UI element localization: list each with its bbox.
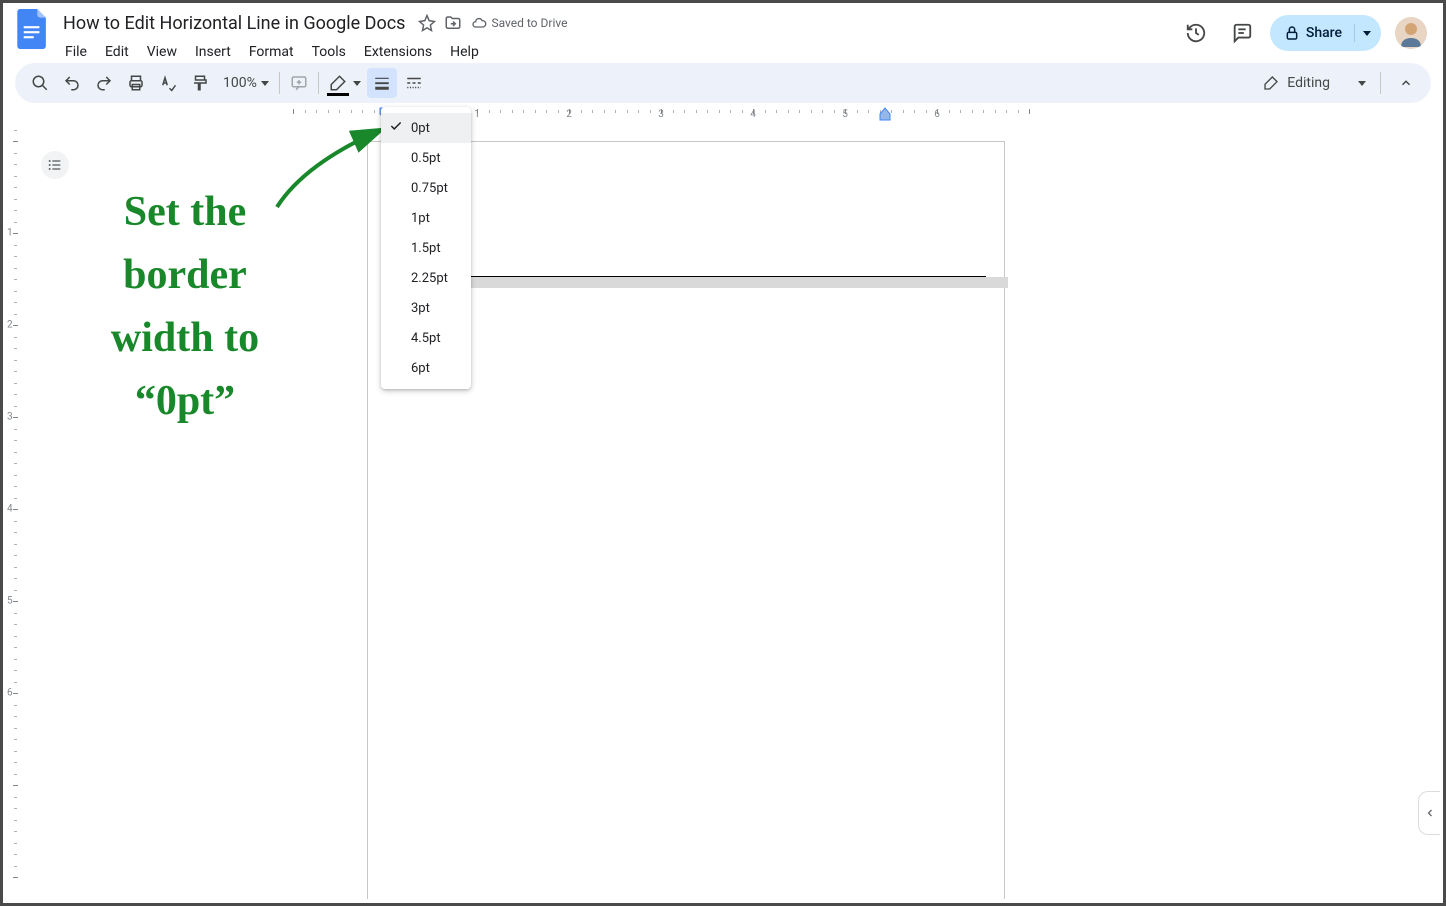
dropdown-item-2-25pt[interactable]: 2.25pt — [381, 263, 471, 293]
toolbar-wrap: 100% Editing — [3, 63, 1443, 107]
menubar-item-edit[interactable]: Edit — [97, 40, 137, 64]
chevron-down-icon — [1358, 81, 1366, 86]
docs-logo-icon[interactable] — [15, 11, 51, 47]
menubar: FileEditViewInsertFormatToolsExtensionsH… — [57, 39, 1178, 65]
dropdown-item-label: 0.5pt — [411, 151, 441, 166]
toolbar-separator — [279, 72, 280, 94]
dropdown-item-label: 3pt — [411, 301, 430, 316]
dropdown-item-4-5pt[interactable]: 4.5pt — [381, 323, 471, 353]
dropdown-item-label: 2.25pt — [411, 271, 448, 286]
dropdown-item-0pt[interactable]: 0pt — [381, 113, 471, 143]
comments-icon[interactable] — [1224, 15, 1260, 51]
outline-button[interactable] — [41, 151, 69, 179]
dropdown-item-1pt[interactable]: 1pt — [381, 203, 471, 233]
print-button[interactable] — [121, 68, 151, 98]
move-icon[interactable] — [443, 13, 463, 33]
dropdown-item-6pt[interactable]: 6pt — [381, 353, 471, 383]
menubar-item-view[interactable]: View — [139, 40, 185, 64]
title-area: How to Edit Horizontal Line in Google Do… — [57, 9, 1178, 65]
title-row: How to Edit Horizontal Line in Google Do… — [57, 9, 1178, 37]
chevron-down-icon[interactable] — [353, 81, 361, 86]
cloud-icon — [471, 15, 487, 31]
scrollbar-thumb[interactable] — [1430, 127, 1438, 227]
border-width-dropdown: 0pt 0.5pt 0.75pt 1pt 1.5pt 2.25pt 3pt 4.5pt 6pt — [381, 107, 471, 389]
horizontal-ruler[interactable]: 123456 — [21, 107, 1443, 123]
border-color-button[interactable] — [323, 68, 353, 98]
save-status[interactable]: Saved to Drive — [471, 15, 567, 31]
vertical-scrollbar[interactable] — [1428, 127, 1440, 900]
menubar-item-help[interactable]: Help — [442, 40, 487, 64]
collapse-toolbar-button[interactable] — [1391, 68, 1421, 98]
zoom-select[interactable]: 100% — [217, 75, 275, 91]
dropdown-item-1-5pt[interactable]: 1.5pt — [381, 233, 471, 263]
dropdown-item-label: 0.75pt — [411, 181, 448, 196]
chevron-down-icon — [261, 81, 269, 86]
toolbar-separator — [318, 72, 319, 94]
dropdown-item-0-5pt[interactable]: 0.5pt — [381, 143, 471, 173]
dropdown-item-3pt[interactable]: 3pt — [381, 293, 471, 323]
add-comment-button[interactable] — [284, 68, 314, 98]
menubar-item-insert[interactable]: Insert — [187, 40, 239, 64]
dropdown-item-label: 0pt — [411, 121, 430, 136]
menubar-item-extensions[interactable]: Extensions — [356, 40, 440, 64]
dropdown-item-label: 6pt — [411, 361, 430, 376]
pencil-icon — [1263, 75, 1279, 91]
share-label: Share — [1306, 25, 1342, 41]
history-icon[interactable] — [1178, 15, 1214, 51]
menubar-item-tools[interactable]: Tools — [304, 40, 354, 64]
header-right: Share — [1178, 15, 1427, 51]
redo-button[interactable] — [89, 68, 119, 98]
doc-title[interactable]: How to Edit Horizontal Line in Google Do… — [57, 11, 411, 36]
dropdown-item-label: 1pt — [411, 211, 430, 226]
avatar[interactable] — [1395, 17, 1427, 49]
dropdown-item-label: 4.5pt — [411, 331, 441, 346]
share-button[interactable]: Share — [1270, 15, 1381, 51]
border-dash-button[interactable] — [399, 68, 429, 98]
indent-marker-right[interactable] — [879, 107, 891, 123]
undo-button[interactable] — [57, 68, 87, 98]
spellcheck-button[interactable] — [153, 68, 183, 98]
annotation-text: Set the border width to “0pt” — [65, 181, 305, 433]
toolbar: 100% Editing — [15, 63, 1431, 103]
vertical-ruler[interactable]: 123456 — [3, 123, 21, 899]
border-width-button[interactable] — [367, 68, 397, 98]
lock-icon — [1284, 25, 1300, 41]
header: How to Edit Horizontal Line in Google Do… — [3, 3, 1443, 63]
menubar-item-format[interactable]: Format — [241, 40, 302, 64]
paint-format-button[interactable] — [185, 68, 215, 98]
search-button[interactable] — [25, 68, 55, 98]
dropdown-item-label: 1.5pt — [411, 241, 441, 256]
editing-mode-button[interactable]: Editing — [1253, 75, 1376, 91]
dropdown-item-0-75pt[interactable]: 0.75pt — [381, 173, 471, 203]
menubar-item-file[interactable]: File — [57, 40, 95, 64]
star-icon[interactable] — [417, 13, 437, 33]
check-icon — [389, 119, 403, 137]
selection-highlight — [386, 277, 1008, 288]
share-separator — [1354, 24, 1355, 42]
toolbar-separator — [1380, 72, 1381, 94]
chevron-down-icon[interactable] — [1363, 31, 1371, 36]
